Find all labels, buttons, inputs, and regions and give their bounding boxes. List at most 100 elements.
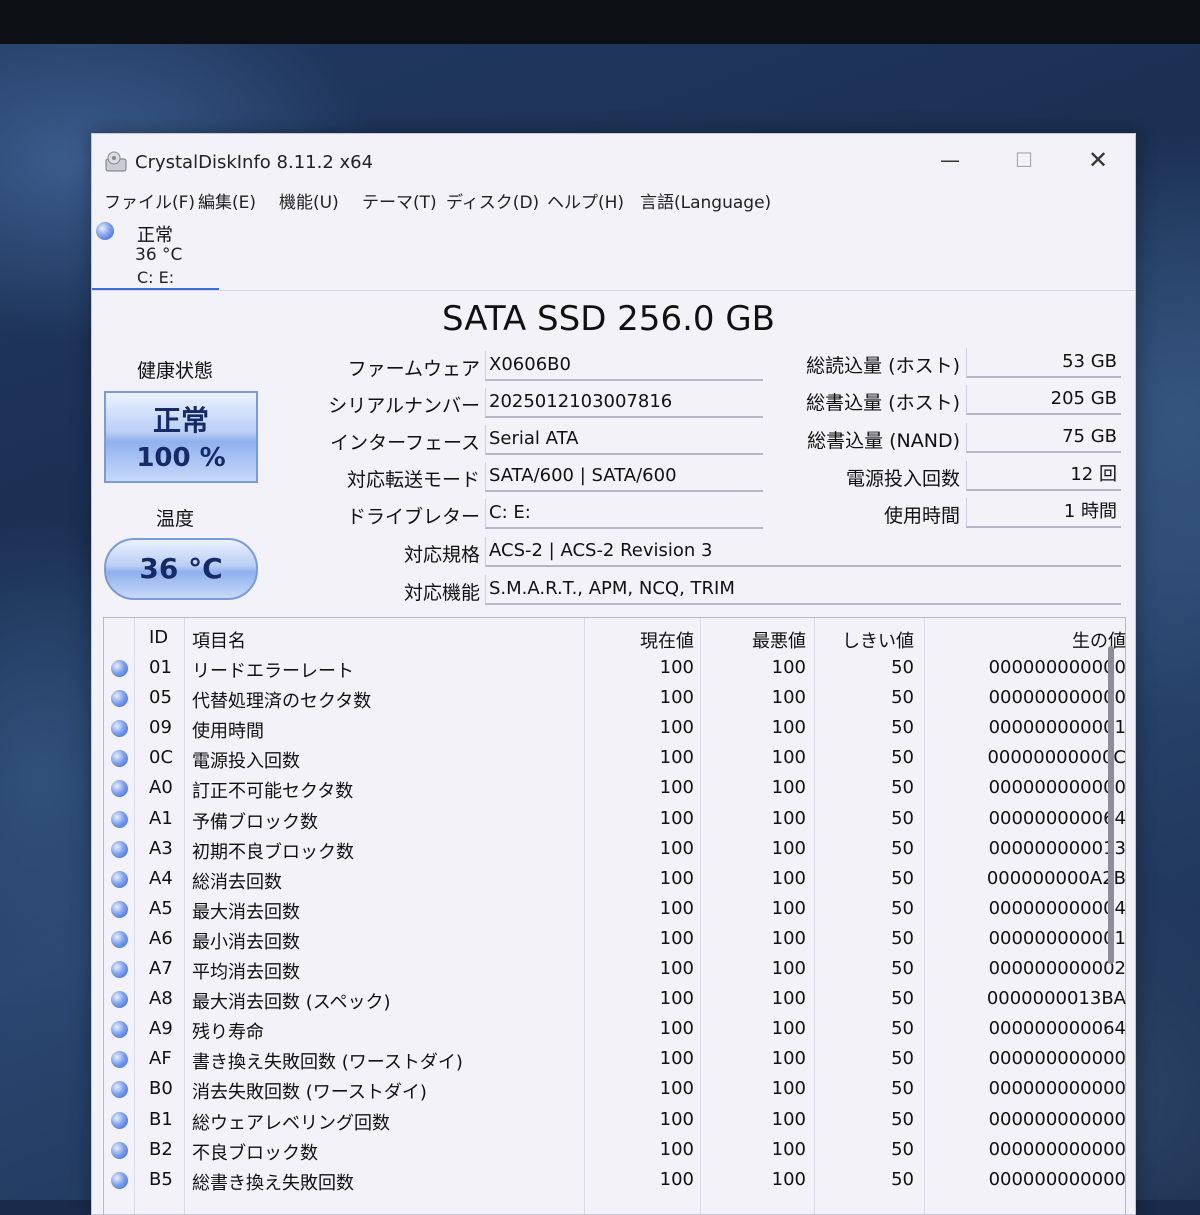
header-threshold[interactable]: しきい値 bbox=[842, 627, 914, 653]
smart-row[interactable]: A7 平均消去回数 100 100 50 000000000002 bbox=[104, 955, 1126, 985]
smart-cell-worst: 100 bbox=[771, 927, 806, 949]
smart-cell-raw: 000000000000 bbox=[988, 1168, 1126, 1190]
smart-cell-current: 100 bbox=[659, 867, 694, 889]
smart-cell-current: 100 bbox=[659, 897, 694, 919]
smart-scrollbar[interactable] bbox=[1108, 646, 1114, 964]
smart-cell-threshold: 50 bbox=[891, 777, 914, 799]
header-raw[interactable]: 生の値 bbox=[1072, 627, 1126, 653]
smart-cell-current: 100 bbox=[659, 657, 694, 678]
features-value: S.M.A.R.T., APM, NCQ, TRIM bbox=[485, 575, 1121, 605]
status-orb-icon bbox=[111, 991, 128, 1009]
smart-cell-id: 09 bbox=[149, 717, 172, 739]
smart-cell-worst: 100 bbox=[771, 867, 806, 889]
header-current[interactable]: 現在値 bbox=[640, 627, 694, 653]
standard-value: ACS-2 | ACS-2 Revision 3 bbox=[485, 537, 1121, 567]
header-id[interactable]: ID bbox=[149, 627, 168, 648]
smart-row[interactable]: 01 リードエラーレート 100 100 50 000000000000 bbox=[104, 654, 1126, 684]
health-status: 正常 bbox=[152, 404, 209, 437]
smart-cell-raw: 000000000001 bbox=[988, 927, 1126, 949]
smart-cell-threshold: 50 bbox=[891, 657, 914, 678]
temperature-button[interactable]: 36 °C bbox=[104, 538, 258, 600]
smart-cell-current: 100 bbox=[659, 1168, 694, 1190]
smart-cell-name: 総ウェアレベリング回数 bbox=[192, 1112, 390, 1134]
smart-cell-id: A5 bbox=[149, 897, 173, 919]
smart-cell-name: 電源投入回数 bbox=[192, 751, 300, 773]
smart-cell-current: 100 bbox=[659, 1108, 694, 1130]
smart-row[interactable]: 05 代替処理済のセクタ数 100 100 50 000000000000 bbox=[104, 684, 1126, 714]
smart-cell-raw: 000000000002 bbox=[988, 958, 1126, 979]
menu-theme[interactable]: テーマ(T) bbox=[362, 188, 437, 213]
disk-tab-drives: C: E: bbox=[137, 268, 175, 287]
status-orb-icon bbox=[111, 870, 128, 888]
crystaldiskinfo-app-icon bbox=[105, 151, 127, 172]
disk-tab-temp: 36 °C bbox=[135, 245, 183, 265]
smart-row[interactable]: A0 訂正不可能セクタ数 100 100 50 000000000000 bbox=[104, 774, 1126, 804]
smart-cell-name: 残り寿命 bbox=[192, 1022, 264, 1044]
smart-cell-name: 予備ブロック数 bbox=[192, 811, 318, 833]
app-window: CrystalDiskInfo 8.11.2 x64 — ☐ ✕ ファイル(F)… bbox=[91, 133, 1136, 1215]
smart-cell-threshold: 50 bbox=[891, 717, 914, 739]
smart-cell-current: 100 bbox=[659, 958, 694, 979]
menu-language[interactable]: 言語(Language) bbox=[640, 188, 771, 213]
disk-tab[interactable]: 正常 36 °C C: E: bbox=[92, 218, 220, 290]
smart-row[interactable]: A6 最小消去回数 100 100 50 000000000001 bbox=[104, 925, 1126, 955]
smart-cell-id: A8 bbox=[149, 988, 173, 1010]
smart-row[interactable]: B5 総書き換え失敗回数 100 100 50 000000000000 bbox=[104, 1166, 1126, 1196]
smart-row[interactable]: B2 不良ブロック数 100 100 50 000000000000 bbox=[104, 1136, 1126, 1166]
host-reads-value: 53 GB bbox=[966, 348, 1121, 378]
menu-help[interactable]: ヘルプ(H) bbox=[547, 188, 624, 213]
smart-row[interactable]: A8 最大消去回数 (スペック) 100 100 50 0000000013BA bbox=[104, 985, 1126, 1015]
smart-row[interactable]: A3 初期不良ブロック数 100 100 50 000000000013 bbox=[104, 835, 1126, 865]
smart-cell-raw: 00000000000C bbox=[987, 747, 1126, 769]
temperature-label: 温度 bbox=[156, 508, 195, 530]
smart-row[interactable]: B0 消去失敗回数 (ワーストダイ) 100 100 50 000000000000 bbox=[104, 1075, 1126, 1105]
close-button[interactable]: ✕ bbox=[1078, 146, 1118, 174]
smart-row[interactable]: A1 予備ブロック数 100 100 50 000000000064 bbox=[104, 805, 1126, 835]
menu-disk[interactable]: ディスク(D) bbox=[446, 188, 539, 213]
power-on-hours-label: 使用時間 bbox=[883, 505, 960, 527]
drive-letter-value: C: E: bbox=[485, 499, 763, 529]
smart-cell-current: 100 bbox=[659, 747, 694, 769]
smart-cell-threshold: 50 bbox=[891, 807, 914, 829]
smart-cell-raw: 000000000001 bbox=[988, 717, 1126, 739]
smart-cell-id: A3 bbox=[149, 837, 173, 859]
smart-row[interactable]: A9 残り寿命 100 100 50 000000000064 bbox=[104, 1015, 1126, 1045]
header-name[interactable]: 項目名 bbox=[192, 627, 246, 653]
smart-cell-threshold: 50 bbox=[891, 867, 914, 889]
smart-cell-worst: 100 bbox=[771, 717, 806, 739]
smart-cell-id: B5 bbox=[149, 1168, 173, 1190]
smart-row[interactable]: B1 総ウェアレベリング回数 100 100 50 000000000000 bbox=[104, 1106, 1126, 1136]
smart-cell-raw: 000000000000 bbox=[988, 1108, 1126, 1130]
health-status-button[interactable]: 正常 100 % bbox=[104, 391, 258, 483]
smart-cell-name: 初期不良ブロック数 bbox=[192, 841, 354, 863]
smart-cell-raw: 000000000064 bbox=[988, 807, 1126, 829]
smart-cell-name: 総書き換え失敗回数 bbox=[192, 1172, 354, 1194]
smart-cell-worst: 100 bbox=[771, 897, 806, 919]
smart-cell-name: 書き換え失敗回数 (ワーストダイ) bbox=[192, 1052, 463, 1074]
smart-cell-current: 100 bbox=[659, 1078, 694, 1100]
minimize-button[interactable]: — bbox=[930, 146, 970, 174]
smart-cell-name: 不良ブロック数 bbox=[192, 1142, 318, 1164]
maximize-button[interactable]: ☐ bbox=[1004, 146, 1044, 174]
smart-cell-name: 総消去回数 bbox=[192, 871, 282, 893]
header-worst[interactable]: 最悪値 bbox=[752, 627, 806, 653]
disk-model-title: SATA SSD 256.0 GB bbox=[442, 299, 775, 339]
smart-cell-worst: 100 bbox=[771, 1138, 806, 1160]
smart-cell-current: 100 bbox=[659, 687, 694, 709]
smart-cell-threshold: 50 bbox=[891, 958, 914, 979]
smart-cell-worst: 100 bbox=[771, 687, 806, 709]
menu-file[interactable]: ファイル(F) bbox=[104, 188, 195, 213]
title-bar[interactable]: CrystalDiskInfo 8.11.2 x64 — ☐ ✕ bbox=[92, 134, 1135, 184]
smart-row[interactable]: 09 使用時間 100 100 50 000000000001 bbox=[104, 714, 1126, 744]
smart-cell-threshold: 50 bbox=[891, 927, 914, 949]
smart-cell-threshold: 50 bbox=[891, 897, 914, 919]
smart-cell-raw: 0000000013BA bbox=[986, 988, 1126, 1010]
menu-edit[interactable]: 編集(E) bbox=[198, 188, 256, 213]
smart-row[interactable]: A4 総消去回数 100 100 50 000000000A2B bbox=[104, 865, 1126, 895]
menu-function[interactable]: 機能(U) bbox=[279, 188, 339, 213]
smart-row[interactable]: AF 書き換え失敗回数 (ワーストダイ) 100 100 50 000000000000 bbox=[104, 1045, 1126, 1075]
transfer-mode-value: SATA/600 | SATA/600 bbox=[485, 462, 763, 492]
smart-row[interactable]: 0C 電源投入回数 100 100 50 00000000000C bbox=[104, 744, 1126, 774]
smart-row[interactable]: A5 最大消去回数 100 100 50 000000000004 bbox=[104, 895, 1126, 925]
smart-cell-worst: 100 bbox=[771, 837, 806, 859]
